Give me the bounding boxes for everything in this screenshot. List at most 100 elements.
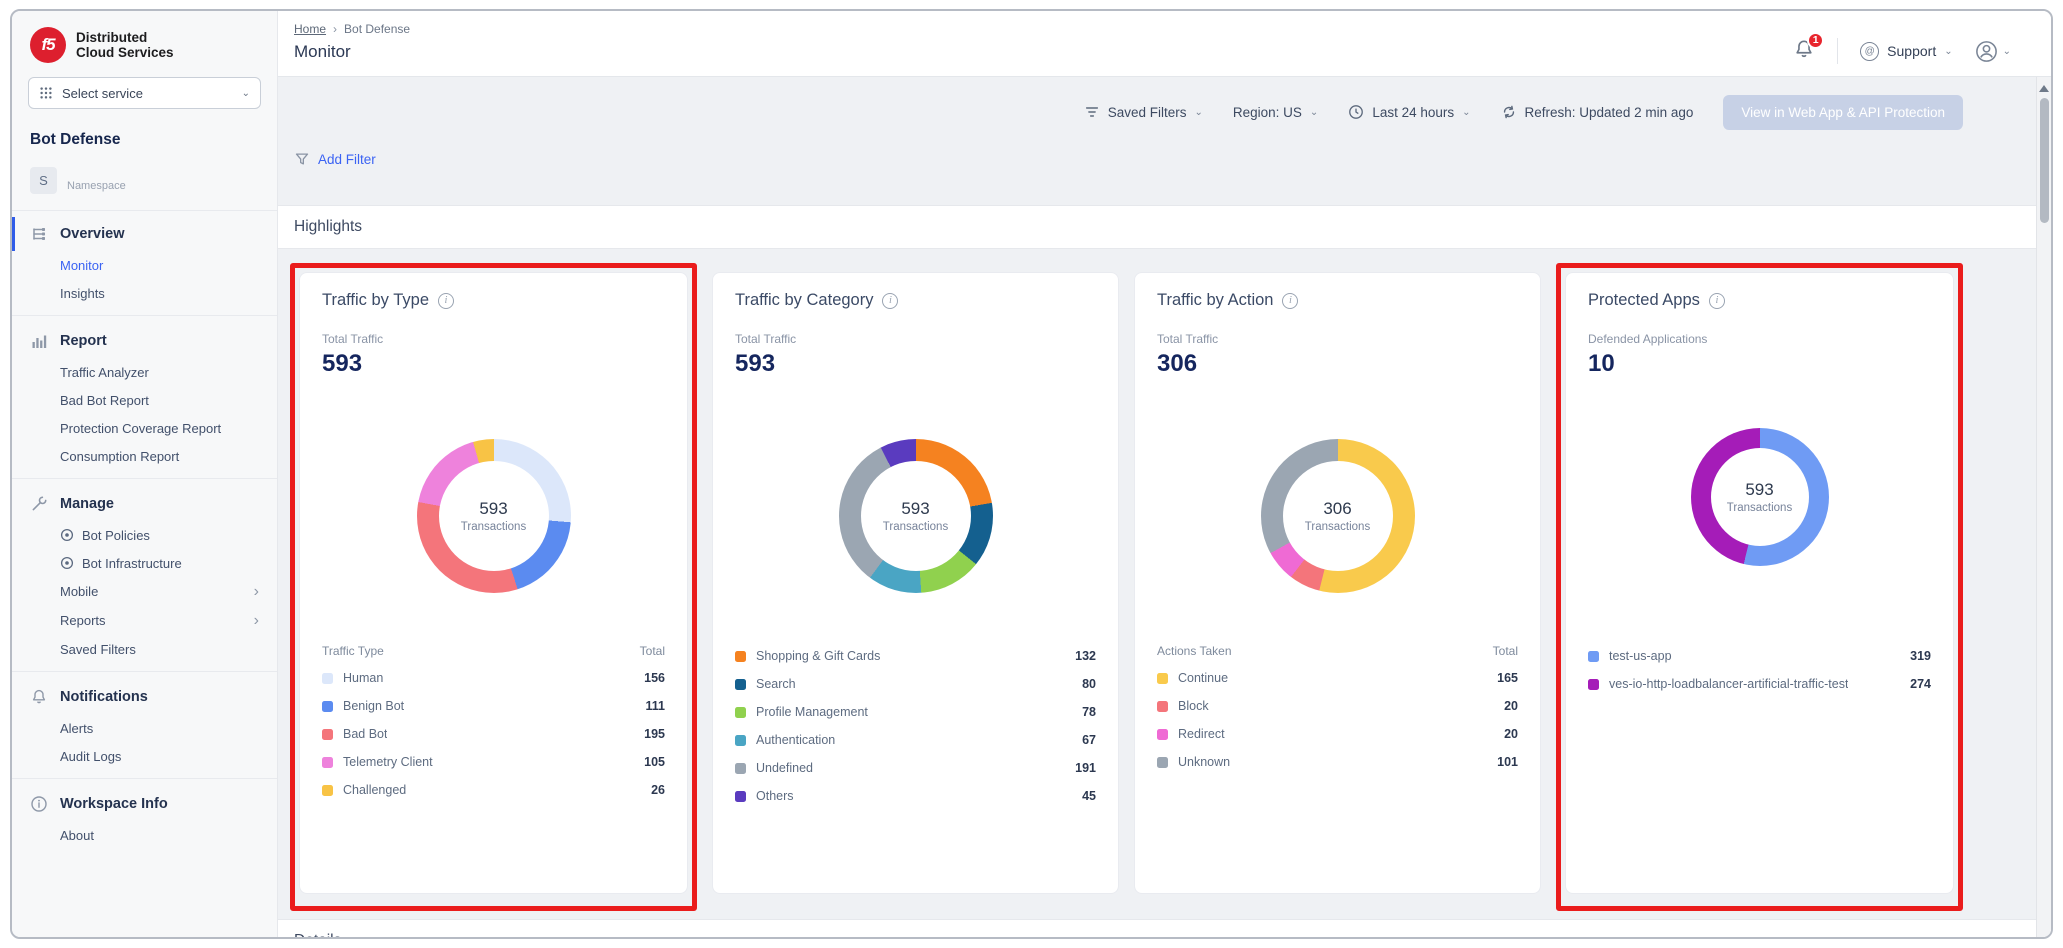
legend-header: Traffic TypeTotal [322, 642, 665, 664]
sidebar-item-audit-logs[interactable]: Audit Logs [12, 742, 277, 770]
legend-item-bad-bot[interactable]: Bad Bot195 [322, 720, 665, 748]
sidebar-item-saved-filters[interactable]: Saved Filters [12, 635, 277, 663]
sidebar-item-bad-bot-report[interactable]: Bad Bot Report [12, 386, 277, 414]
legend-color-chip [1157, 673, 1168, 684]
region-label: Region: US [1233, 105, 1302, 120]
legend-item-challenged[interactable]: Challenged26 [322, 776, 665, 804]
chevron-down-icon: ⌄ [1944, 46, 1952, 57]
sidebar-item-insights[interactable]: Insights [12, 279, 277, 307]
info-icon[interactable]: i [438, 293, 454, 309]
legend-item-test-us-app[interactable]: test-us-app319 [1588, 642, 1931, 670]
overview-icon [30, 225, 48, 243]
legend-item-label: Block [1178, 699, 1209, 713]
account-menu[interactable]: ⌄ [1975, 40, 2011, 63]
sidebar-item-consumption-report[interactable]: Consumption Report [12, 442, 277, 470]
card-stat: Total Traffic593 [735, 332, 1096, 378]
legend-header-label: Traffic Type [322, 644, 384, 658]
sidebar-item-about[interactable]: About [12, 821, 277, 849]
sidebar-item-label: Audit Logs [60, 749, 121, 764]
f5-logo-icon: f5 [30, 27, 66, 63]
sidebar-item-mobile[interactable]: Mobile› [12, 577, 277, 606]
legend-item-ves-io-http-loadbalancer-artificial-traffic-test[interactable]: ves-io-http-loadbalancer-artificial-traf… [1588, 670, 1931, 698]
legend-item-benign-bot[interactable]: Benign Bot111 [322, 692, 665, 720]
sidebar-item-monitor[interactable]: Monitor [12, 251, 277, 279]
legend-item-telemetry-client[interactable]: Telemetry Client105 [322, 748, 665, 776]
legend-item-search[interactable]: Search80 [735, 670, 1096, 698]
chevron-right-icon: › [254, 613, 259, 629]
sidebar-section-overview: Overview Monitor Insights [12, 217, 277, 307]
legend-item-block[interactable]: Block20 [1157, 692, 1518, 720]
stat-value: 593 [322, 350, 665, 378]
select-service-dropdown[interactable]: Select service ⌄ [28, 77, 261, 109]
legend-item-shopping-gift-cards[interactable]: Shopping & Gift Cards132 [735, 642, 1096, 670]
scrollbar-up-arrow-icon[interactable] [2039, 85, 2049, 92]
legend-color-chip [322, 757, 333, 768]
chevron-down-icon: ⌄ [1310, 107, 1318, 118]
legend-item-value: 165 [1489, 671, 1518, 685]
support-menu[interactable]: @ Support ⌄ [1860, 42, 1952, 61]
refresh-button[interactable]: Refresh: Updated 2 min ago [1501, 104, 1694, 120]
legend-item-profile-management[interactable]: Profile Management78 [735, 698, 1096, 726]
region-dropdown[interactable]: Region: US ⌄ [1233, 105, 1318, 120]
sidebar-item-label: Insights [60, 286, 105, 301]
legend-item-human[interactable]: Human156 [322, 664, 665, 692]
saved-filters-dropdown[interactable]: Saved Filters ⌄ [1084, 104, 1203, 120]
breadcrumb-home-link[interactable]: Home [294, 22, 326, 36]
info-icon[interactable]: i [882, 293, 898, 309]
scrollbar-thumb[interactable] [2040, 98, 2049, 223]
legend-item-value: 20 [1496, 727, 1518, 741]
saved-filters-label: Saved Filters [1108, 105, 1187, 120]
filter-lines-icon [1084, 104, 1100, 120]
legend-total-label: Total [1493, 644, 1518, 658]
sidebar-item-label: Bot Policies [82, 528, 150, 543]
notifications-button[interactable]: 1 [1793, 38, 1815, 65]
legend: Shopping & Gift Cards132Search80Profile … [735, 642, 1096, 810]
sidebar-item-bot-policies[interactable]: Bot Policies [12, 521, 277, 549]
highlight-box: Protected AppsiDefended Applications1059… [1556, 263, 1963, 911]
sidebar-item-bot-infrastructure[interactable]: Bot Infrastructure [12, 549, 277, 577]
info-icon[interactable]: i [1709, 293, 1725, 309]
sidebar-section-header-report[interactable]: Report [12, 324, 277, 358]
view-in-waap-button[interactable]: View in Web App & API Protection [1723, 95, 1963, 130]
sidebar-item-label: Monitor [60, 258, 103, 273]
sidebar-section-header-manage[interactable]: Manage [12, 487, 277, 521]
sidebar-item-reports[interactable]: Reports› [12, 606, 277, 635]
eye-icon [60, 556, 74, 570]
donut-area: 306Transactions [1157, 392, 1518, 640]
legend-item-redirect[interactable]: Redirect20 [1157, 720, 1518, 748]
legend-color-chip [1588, 679, 1599, 690]
sidebar-item-protection-coverage-report[interactable]: Protection Coverage Report [12, 414, 277, 442]
legend-item-undefined[interactable]: Undefined191 [735, 754, 1096, 782]
eye-icon [60, 528, 74, 542]
legend-item-value: 78 [1074, 705, 1096, 719]
namespace-row[interactable]: S Namespace [30, 167, 259, 194]
legend-item-label: Authentication [756, 733, 835, 747]
sidebar-item-traffic-analyzer[interactable]: Traffic Analyzer [12, 358, 277, 386]
card-title: Protected Apps [1588, 291, 1700, 310]
legend-item-label: Unknown [1178, 755, 1230, 769]
legend-item-others[interactable]: Others45 [735, 782, 1096, 810]
card-protected-apps: Protected AppsiDefended Applications1059… [1565, 272, 1954, 894]
nav-divider [12, 478, 277, 479]
sidebar-section-header-notifications[interactable]: Notifications [12, 680, 277, 714]
legend-item-unknown[interactable]: Unknown101 [1157, 748, 1518, 776]
add-filter-button[interactable]: Add Filter [294, 151, 376, 167]
legend: Actions TakenTotalContinue165Block20Redi… [1157, 642, 1518, 776]
breadcrumb-current: Bot Defense [344, 22, 410, 36]
page-title: Monitor [294, 42, 410, 62]
breadcrumb: Home›Bot Defense [294, 22, 410, 36]
legend-color-chip [735, 679, 746, 690]
legend-item-continue[interactable]: Continue165 [1157, 664, 1518, 692]
sidebar-item-label: About [60, 828, 94, 843]
sidebar-item-alerts[interactable]: Alerts [12, 714, 277, 742]
legend-item-authentication[interactable]: Authentication67 [735, 726, 1096, 754]
time-range-dropdown[interactable]: Last 24 hours ⌄ [1348, 104, 1470, 120]
scrollbar[interactable] [2036, 77, 2051, 937]
sidebar-section-header-workspace-info[interactable]: Workspace Info [12, 787, 277, 821]
sidebar-section-header-overview[interactable]: Overview [12, 217, 277, 251]
card-title: Traffic by Category [735, 291, 873, 310]
legend-color-chip [1157, 729, 1168, 740]
card-title: Traffic by Type [322, 291, 429, 310]
legend-color-chip [322, 701, 333, 712]
info-icon[interactable]: i [1282, 293, 1298, 309]
